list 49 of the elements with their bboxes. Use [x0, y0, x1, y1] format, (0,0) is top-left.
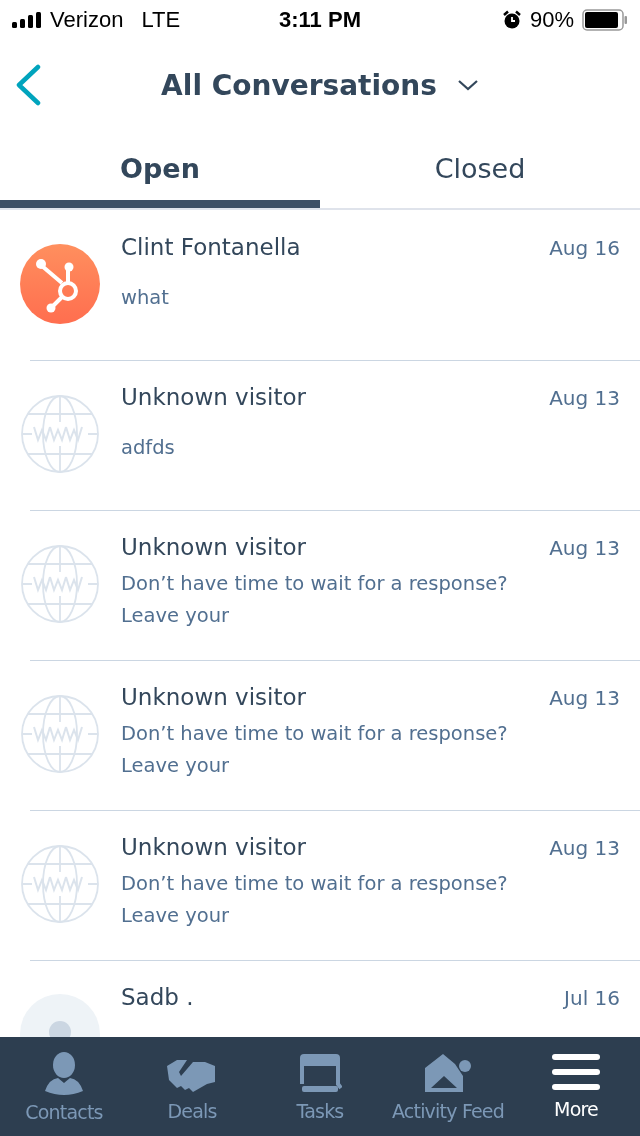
- nav-tab[interactable]: More: [513, 1053, 639, 1120]
- message-preview: Don’t have time to wait for a response? Leave your: [121, 871, 509, 929]
- contact-name: Unknown visitor: [121, 834, 306, 860]
- alarm-icon: [501, 10, 522, 30]
- globe-www-icon: [20, 394, 100, 474]
- conversation-date: Aug 16: [549, 236, 620, 260]
- tasks-icon: [298, 1051, 342, 1094]
- globe-www-icon: [20, 544, 100, 624]
- signal-icon: [12, 12, 42, 28]
- nav-tab[interactable]: Deals: [129, 1051, 255, 1122]
- contact-name: Clint Fontanella: [121, 234, 301, 260]
- network-type: LTE: [141, 7, 181, 33]
- conversation-date: Aug 13: [549, 686, 620, 710]
- conversation-row[interactable]: Unknown visitor Aug 13 Don’t have time to wait for a response? Leave your: [0, 510, 640, 660]
- menu-icon: [552, 1053, 600, 1092]
- conversation-date: Aug 13: [549, 836, 620, 860]
- contact-name: Sadb .: [121, 984, 194, 1010]
- conversation-date: Jul 16: [564, 986, 620, 1010]
- conversation-row[interactable]: Sadb . Jul 16: [0, 960, 640, 1037]
- conversation-date: Aug 13: [549, 386, 620, 410]
- back-button[interactable]: [14, 64, 42, 106]
- message-preview: Don’t have time to wait for a response? Leave your: [121, 721, 509, 779]
- tab[interactable]: Open: [0, 130, 320, 208]
- envelope-icon: [423, 1051, 473, 1094]
- contact-name: Unknown visitor: [121, 384, 306, 410]
- battery-percent: 90%: [529, 7, 574, 33]
- contact-name: Unknown visitor: [121, 534, 306, 560]
- carrier-name: Verizon: [50, 7, 124, 33]
- conversation-date: Aug 13: [549, 536, 620, 560]
- status-time: 3:11 PM: [279, 7, 361, 33]
- globe-www-icon: [20, 694, 100, 774]
- person-icon: [45, 1050, 83, 1095]
- battery-icon: [582, 9, 628, 31]
- message-preview: what: [121, 285, 170, 311]
- conversation-row[interactable]: Unknown visitor Aug 13 Don’t have time to wait for a response? Leave your: [0, 660, 640, 810]
- message-preview: adfds: [121, 435, 176, 461]
- nav-tab[interactable]: Contacts: [1, 1050, 127, 1123]
- conversation-row[interactable]: Clint Fontanella Aug 16 what: [0, 210, 640, 360]
- globe-www-icon: [20, 844, 100, 924]
- chevron-down-icon: [456, 78, 479, 92]
- message-preview: Don’t have time to wait for a response? Leave your: [121, 571, 509, 629]
- sprocket-logo-avatar-icon: [20, 244, 100, 324]
- nav-tab[interactable]: Tasks: [257, 1051, 383, 1122]
- contact-name: Unknown visitor: [121, 684, 306, 710]
- tab[interactable]: Closed: [320, 130, 640, 208]
- conversation-row[interactable]: Unknown visitor Aug 13 adfds: [0, 360, 640, 510]
- nav-tab[interactable]: Activity Feed: [385, 1051, 511, 1122]
- conversation-row[interactable]: Unknown visitor Aug 13 Don’t have time to wait for a response? Leave your: [0, 810, 640, 960]
- conversation-filter-dropdown[interactable]: All Conversations: [161, 68, 479, 102]
